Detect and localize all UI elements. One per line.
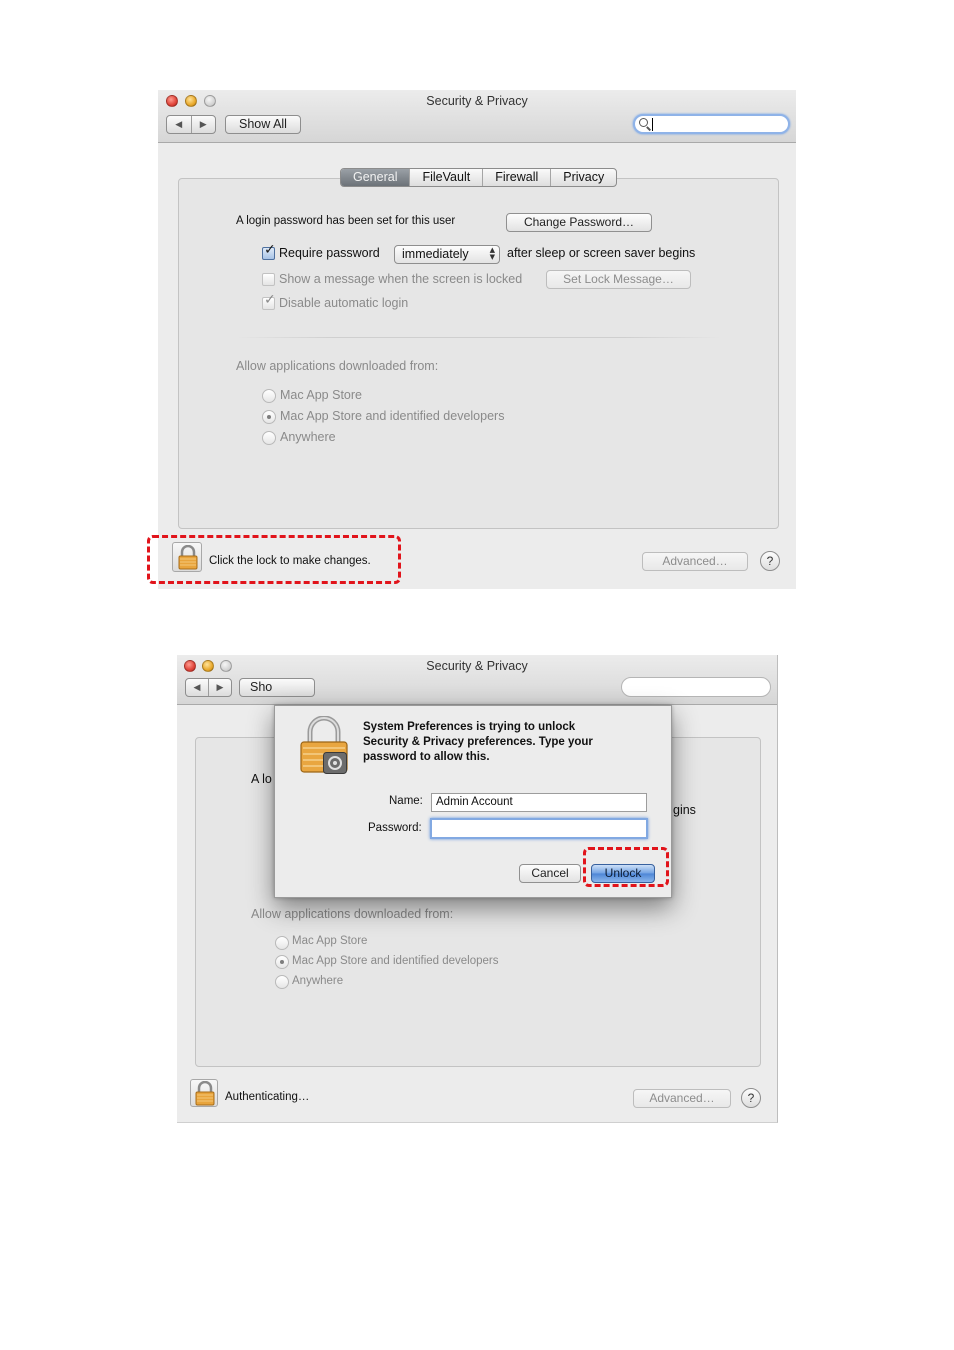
tab-bar: General FileVault Firewall Privacy [340, 168, 618, 187]
show-all-button[interactable]: Show All [225, 115, 301, 134]
system-preferences-icon [323, 752, 347, 774]
disable-auto-login-checkbox[interactable]: ✓ [262, 293, 276, 310]
name-field[interactable]: Admin Account [431, 793, 647, 812]
search-input[interactable] [633, 114, 790, 134]
lock-status-text: Authenticating… [225, 1091, 310, 1103]
disable-auto-login-label: Disable automatic login [279, 296, 409, 310]
forward-arrow-icon[interactable]: ▶ [190, 116, 216, 133]
forward-arrow-icon[interactable]: ▶ [208, 679, 231, 696]
search-input[interactable] [621, 677, 771, 697]
security-privacy-window-locked: Security & Privacy ◀ ▶ Show All General … [158, 90, 796, 589]
dialog-message-line2: Security & Privacy preferences. Type you… [363, 736, 593, 748]
help-button[interactable]: ? [760, 551, 780, 571]
show-all-button[interactable]: Sho [239, 678, 315, 697]
dialog-message-line1: System Preferences is trying to unlock [363, 721, 576, 733]
radio-mac-app-store[interactable] [262, 389, 276, 403]
search-icon [639, 118, 648, 127]
highlight-unlock-button [583, 847, 669, 887]
advanced-button[interactable]: Advanced… [642, 552, 748, 571]
highlight-lock-area [147, 535, 401, 584]
password-field[interactable] [430, 818, 648, 839]
show-message-checkbox[interactable] [262, 273, 275, 286]
radio-label-anywhere: Anywhere [280, 430, 336, 444]
title-bar: Security & Privacy ◀ ▶ Sho [177, 655, 777, 705]
help-button[interactable]: ? [741, 1088, 761, 1108]
radio-label-identified-developers: Mac App Store and identified developers [292, 955, 499, 967]
name-label: Name: [389, 795, 423, 807]
allow-apps-heading: Allow applications downloaded from: [236, 359, 439, 373]
advanced-button[interactable]: Advanced… [633, 1089, 731, 1108]
checkmark-icon: ✓ [264, 242, 276, 258]
radio-mac-app-store[interactable] [275, 936, 289, 950]
tab-general[interactable]: General [341, 169, 410, 186]
dialog-message-line3: password to allow this. [363, 751, 490, 763]
back-arrow-icon[interactable]: ◀ [167, 116, 191, 133]
radio-anywhere[interactable] [262, 431, 276, 445]
popup-arrows-icon: ▲ ▼ [489, 246, 495, 261]
allow-apps-heading: Allow applications downloaded from: [251, 907, 454, 921]
tab-privacy[interactable]: Privacy [550, 169, 616, 186]
password-label: Password: [368, 822, 422, 834]
show-message-label: Show a message when the screen is locked [279, 272, 523, 286]
require-password-checkbox[interactable]: ✓ [262, 243, 276, 260]
radio-anywhere[interactable] [275, 975, 289, 989]
radio-label-identified-developers: Mac App Store and identified developers [280, 409, 505, 423]
after-sleep-text: after sleep or screen saver begins [507, 246, 696, 260]
text-cursor [652, 118, 653, 131]
require-password-label: Require password [279, 246, 380, 260]
password-delay-popup[interactable]: immediately ▲ ▼ [394, 245, 500, 264]
logins-text-partial: gins [673, 803, 696, 817]
back-arrow-icon[interactable]: ◀ [186, 679, 208, 696]
cancel-button[interactable]: Cancel [519, 864, 581, 883]
lock-button[interactable] [190, 1079, 218, 1107]
divider [236, 337, 721, 338]
change-password-button[interactable]: Change Password… [506, 213, 652, 232]
lock-icon [195, 1081, 215, 1106]
radio-label-mac-app-store: Mac App Store [280, 388, 362, 402]
checkmark-icon: ✓ [264, 292, 276, 308]
radio-identified-developers[interactable] [275, 955, 289, 969]
window-title: Security & Privacy [426, 659, 528, 673]
window-title: Security & Privacy [426, 94, 528, 108]
login-text-partial: A lo [251, 772, 272, 786]
set-lock-message-button[interactable]: Set Lock Message… [546, 270, 691, 289]
title-bar: Security & Privacy ◀ ▶ Show All [158, 90, 796, 143]
settings-panel [178, 178, 779, 529]
back-forward-buttons[interactable]: ◀ ▶ [166, 115, 216, 134]
password-delay-value: immediately [402, 247, 469, 261]
radio-identified-developers[interactable] [262, 410, 276, 424]
tab-firewall[interactable]: Firewall [482, 169, 550, 186]
radio-label-mac-app-store: Mac App Store [292, 935, 368, 947]
tab-filevault[interactable]: FileVault [409, 169, 482, 186]
radio-label-anywhere: Anywhere [292, 975, 344, 987]
back-forward-buttons[interactable]: ◀ ▶ [185, 678, 232, 697]
login-password-text: A login password has been set for this u… [236, 215, 456, 227]
